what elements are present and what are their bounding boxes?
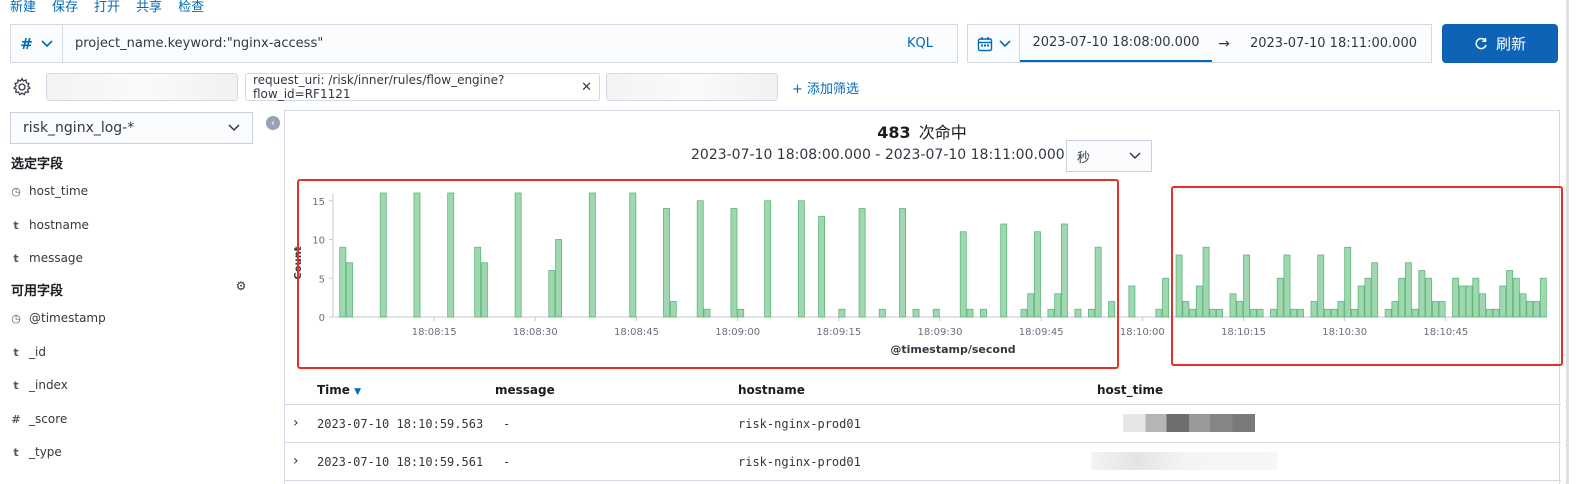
add-filter-button[interactable]: + 添加筛选	[792, 78, 859, 97]
start-date-button[interactable]: 2023-07-10 18:08:00.000	[1020, 25, 1212, 62]
column-header-time[interactable]: Time ▼	[317, 383, 361, 397]
cell-time: 2023-07-10 18:10:59.561	[317, 455, 484, 469]
query-input[interactable]: project_name.keyword:"nginx-access"	[63, 36, 907, 51]
field-name: _index	[29, 378, 68, 392]
field-name: _score	[29, 412, 68, 426]
share-button[interactable]: 共享	[136, 0, 162, 18]
chevron-down-icon	[998, 39, 1011, 47]
interval-label: 秒	[1077, 150, 1091, 166]
hits-counter: 483 次命中	[285, 119, 1559, 143]
collapse-sidebar-icon[interactable]: ‹	[266, 116, 280, 130]
close-icon[interactable]: ✕	[581, 80, 592, 95]
highlight-box-left	[297, 179, 1119, 369]
field-name: _type	[29, 445, 62, 459]
gear-icon[interactable]	[12, 77, 32, 97]
histogram-bar	[1155, 308, 1163, 318]
hits-count: 483	[877, 123, 911, 142]
string-type-icon: t	[13, 251, 19, 265]
query-bar: # project_name.keyword:"nginx-access" KQ…	[10, 24, 958, 63]
refresh-label: 刷新	[1495, 35, 1526, 53]
time-picker: 2023-07-10 18:08:00.000 → 2023-07-10 18:…	[967, 24, 1432, 63]
field-name: @timestamp	[29, 311, 106, 325]
chevron-right-icon[interactable]: ›	[293, 453, 299, 469]
field-item[interactable]: t message	[11, 251, 83, 265]
string-type-icon: t	[13, 445, 19, 459]
string-type-icon: t	[13, 345, 19, 359]
field-item[interactable]: ◷ host_time	[11, 184, 88, 198]
save-button[interactable]: 保存	[52, 0, 78, 18]
chevron-right-icon[interactable]: ›	[293, 415, 299, 431]
chevron-down-icon	[1129, 152, 1141, 160]
highlight-box-right	[1171, 186, 1563, 366]
new-button[interactable]: 新建	[10, 0, 36, 18]
filter-pill[interactable]	[46, 73, 238, 101]
kql-toggle[interactable]: KQL	[907, 36, 957, 51]
histogram-bar	[1128, 285, 1136, 318]
filter-pill-request-uri[interactable]: request_uri: /risk/inner/rules/flow_engi…	[245, 73, 600, 101]
calendar-icon	[977, 36, 992, 51]
chevron-down-icon	[228, 124, 240, 132]
string-type-icon: t	[13, 218, 19, 232]
cell-hostname: risk-nginx-prod01	[738, 455, 861, 469]
field-item[interactable]: t _id	[11, 345, 46, 359]
selected-fields-title: 选定字段	[11, 157, 64, 172]
field-item[interactable]: ◷ @timestamp	[11, 311, 106, 325]
index-pattern-label: risk_nginx_log-*	[23, 120, 135, 136]
field-item[interactable]: t _type	[11, 445, 62, 459]
index-pattern-select[interactable]: risk_nginx_log-*	[10, 112, 253, 144]
string-type-icon: t	[13, 378, 19, 392]
number-type-icon: #	[20, 34, 33, 53]
field-name: message	[29, 251, 83, 265]
interval-select[interactable]: 秒	[1066, 140, 1152, 172]
available-fields-title: 可用字段	[11, 284, 64, 299]
end-date-button[interactable]: 2023-07-10 18:11:00.000	[1236, 36, 1431, 51]
field-item[interactable]: # _score	[11, 412, 67, 426]
refresh-icon	[1475, 37, 1487, 49]
field-name: _id	[29, 345, 46, 359]
discover-main-panel: 483 次命中 2023-07-10 18:08:00.000 - 2023-07…	[284, 110, 1563, 484]
inspect-button[interactable]: 检查	[178, 0, 204, 18]
field-name: host_time	[29, 184, 89, 198]
table-row: › 2023-07-10 18:10:59.563 - risk-nginx-p…	[285, 406, 1561, 443]
histogram-bar	[1162, 277, 1170, 318]
table-header: Time ▼ message hostname host_time	[285, 379, 1561, 405]
time-range-text: 2023-07-10 18:08:00.000 - 2023-07-10 18:…	[691, 147, 1084, 163]
column-header-hostname[interactable]: hostname	[738, 383, 805, 397]
top-menu: 新建 保存 打开 共享 检查	[10, 0, 204, 18]
x-tick-label: 18:10:00	[1120, 327, 1165, 338]
arrow-right-icon: →	[1218, 35, 1230, 52]
column-header-host-time[interactable]: host_time	[1097, 383, 1163, 397]
number-type-icon: #	[11, 412, 21, 426]
sort-down-icon[interactable]: ▼	[354, 387, 361, 397]
gear-icon[interactable]: ⚙	[232, 277, 250, 295]
page-scrollbar[interactable]	[1566, 0, 1569, 484]
field-item[interactable]: t hostname	[11, 218, 89, 232]
filter-pill-label: request_uri: /risk/inner/rules/flow_engi…	[253, 73, 505, 101]
redacted-host-time	[1123, 414, 1255, 432]
field-name: hostname	[29, 218, 89, 232]
field-sidebar: risk_nginx_log-* ‹ 选定字段 ◷ host_time t ho…	[0, 108, 282, 484]
query-type-button[interactable]: #	[11, 25, 63, 62]
hits-label: 次命中	[918, 123, 967, 142]
cell-hostname: risk-nginx-prod01	[738, 417, 861, 431]
field-item[interactable]: t _index	[11, 378, 68, 392]
cell-message: -	[503, 417, 511, 431]
table-row: › 2023-07-10 18:10:59.561 - risk-nginx-p…	[285, 444, 1561, 481]
cell-message: -	[503, 455, 511, 469]
cell-time: 2023-07-10 18:10:59.563	[317, 417, 484, 431]
clock-icon: ◷	[11, 311, 21, 325]
chevron-down-icon	[41, 39, 53, 47]
filter-pill[interactable]	[606, 73, 778, 101]
open-button[interactable]: 打开	[94, 0, 120, 18]
refresh-button[interactable]: 刷新	[1442, 24, 1558, 63]
clock-icon: ◷	[11, 184, 21, 198]
redacted-host-time	[1091, 452, 1277, 470]
quick-menu-button[interactable]	[968, 25, 1020, 62]
column-header-message[interactable]: message	[495, 383, 555, 397]
